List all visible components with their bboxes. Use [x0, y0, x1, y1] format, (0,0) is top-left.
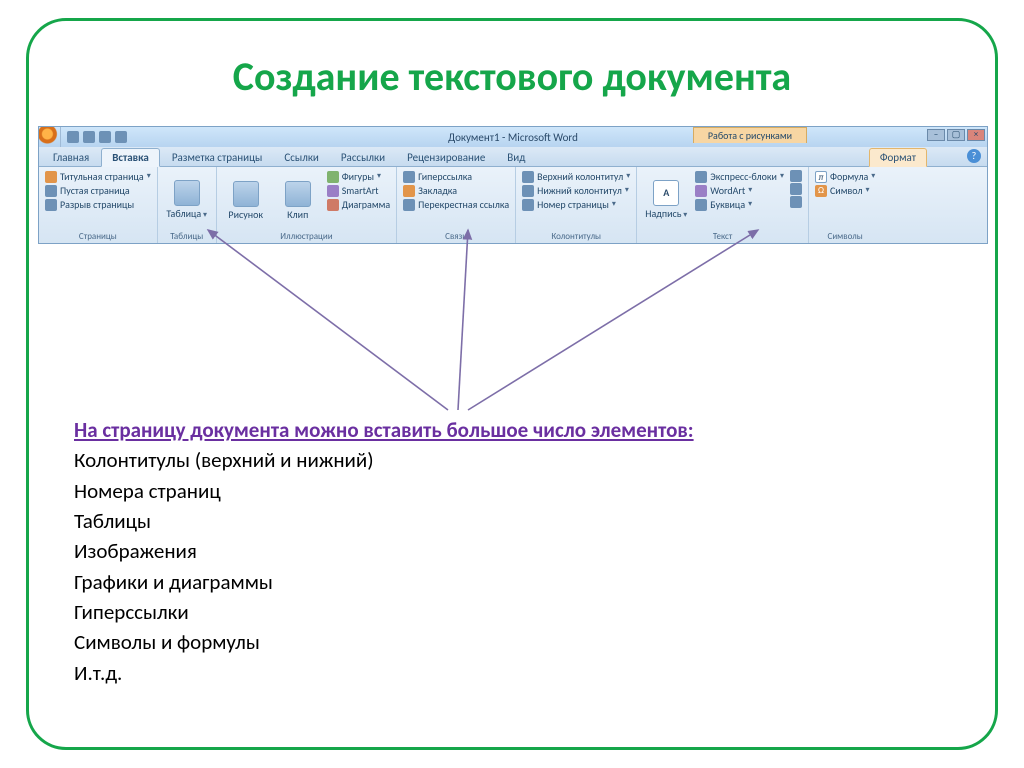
wordart-icon — [695, 185, 707, 197]
tab-insert[interactable]: Вставка — [101, 148, 160, 167]
list-item: Изображения — [74, 537, 950, 565]
page-break-icon — [45, 199, 57, 211]
clip-icon — [285, 181, 311, 207]
help-icon[interactable]: ? — [967, 149, 981, 163]
group-symbols-label: Символы — [815, 230, 875, 242]
group-pages: Титульная страница Пустая страница Разры… — [39, 167, 158, 243]
list-item: И.т.д. — [74, 659, 950, 687]
group-symbols: πФормула ΩСимвол Символы — [809, 167, 881, 243]
page-break-button[interactable]: Разрыв страницы — [45, 198, 151, 211]
equation-icon: π — [815, 171, 827, 183]
header-icon — [522, 171, 534, 183]
tab-home[interactable]: Главная — [43, 149, 99, 166]
picture-button[interactable]: Рисунок — [223, 170, 269, 230]
group-links: Гиперссылка Закладка Перекрестная ссылка… — [397, 167, 516, 243]
tab-references[interactable]: Ссылки — [274, 149, 329, 166]
ribbon-insert: Титульная страница Пустая страница Разры… — [39, 167, 987, 243]
close-button[interactable]: × — [967, 129, 985, 141]
list-item: Номера страниц — [74, 477, 950, 505]
office-button[interactable] — [39, 127, 61, 147]
table-button[interactable]: Таблица — [164, 170, 210, 230]
document-title: Документ1 - Microsoft Word — [448, 131, 578, 144]
signature-button[interactable] — [790, 170, 802, 182]
group-headerfooter: Верхний колонтитул Нижний колонтитул Ном… — [516, 167, 637, 243]
object-button[interactable] — [790, 196, 802, 208]
lead-sentence: На страницу документа можно вставить бол… — [74, 416, 950, 444]
symbol-button[interactable]: ΩСимвол — [815, 184, 875, 197]
tab-review[interactable]: Рецензирование — [397, 149, 495, 166]
word-ribbon-screenshot: Документ1 - Microsoft Word Работа с рису… — [38, 126, 988, 244]
object-icon — [790, 196, 802, 208]
footer-button[interactable]: Нижний колонтитул — [522, 184, 630, 197]
equation-button[interactable]: πФормула — [815, 170, 875, 183]
maximize-button[interactable]: ▢ — [947, 129, 965, 141]
header-button[interactable]: Верхний колонтитул — [522, 170, 630, 183]
list-item: Колонтитулы (верхний и нижний) — [74, 446, 950, 474]
tab-mailings[interactable]: Рассылки — [331, 149, 395, 166]
smartart-icon — [327, 185, 339, 197]
group-pages-label: Страницы — [45, 230, 151, 242]
tab-layout[interactable]: Разметка страницы — [162, 149, 273, 166]
chart-button[interactable]: Диаграмма — [327, 198, 390, 211]
list-item: Таблицы — [74, 507, 950, 535]
crossref-button[interactable]: Перекрестная ссылка — [403, 198, 509, 211]
hyperlink-button[interactable]: Гиперссылка — [403, 170, 509, 183]
textbox-button[interactable]: A Надпись — [643, 170, 689, 230]
qat-undo-icon[interactable] — [83, 131, 95, 143]
chart-icon — [327, 199, 339, 211]
group-illustrations: Рисунок Клип Фигуры SmartArt Диаграмма И… — [217, 167, 397, 243]
tab-view[interactable]: Вид — [497, 149, 535, 166]
group-tables-label: Таблицы — [164, 230, 210, 242]
hyperlink-icon — [403, 171, 415, 183]
list-item: Гиперссылки — [74, 598, 950, 626]
minimize-button[interactable]: – — [927, 129, 945, 141]
symbol-icon: Ω — [815, 185, 827, 197]
crossref-icon — [403, 199, 415, 211]
wordart-button[interactable]: WordArt — [695, 184, 784, 197]
qat-print-icon[interactable] — [115, 131, 127, 143]
dropcap-icon — [695, 199, 707, 211]
bookmark-icon — [403, 185, 415, 197]
contextual-tab-group: Работа с рисунками — [693, 127, 807, 143]
group-illustrations-label: Иллюстрации — [223, 230, 390, 242]
list-item: Символы и формулы — [74, 628, 950, 656]
cover-page-icon — [45, 171, 57, 183]
pagenum-icon — [522, 199, 534, 211]
pagenum-button[interactable]: Номер страницы — [522, 198, 630, 211]
dropcap-button[interactable]: Буквица — [695, 198, 784, 211]
group-links-label: Связи — [403, 230, 509, 242]
picture-icon — [233, 181, 259, 207]
shapes-icon — [327, 171, 339, 183]
list-item: Графики и диаграммы — [74, 568, 950, 596]
shapes-button[interactable]: Фигуры — [327, 170, 390, 183]
slide-title: Создание текстового документа — [0, 52, 1024, 101]
blank-page-button[interactable]: Пустая страница — [45, 184, 151, 197]
signature-icon — [790, 170, 802, 182]
quickparts-icon — [695, 171, 707, 183]
cover-page-button[interactable]: Титульная страница — [45, 170, 151, 183]
clip-button[interactable]: Клип — [275, 170, 321, 230]
quick-access-toolbar[interactable] — [61, 131, 133, 143]
table-icon — [174, 180, 200, 206]
body-text: На страницу документа можно вставить бол… — [74, 416, 950, 689]
smartart-button[interactable]: SmartArt — [327, 184, 390, 197]
qat-redo-icon[interactable] — [99, 131, 111, 143]
textbox-icon: A — [653, 180, 679, 206]
footer-icon — [522, 185, 534, 197]
quickparts-button[interactable]: Экспресс-блоки — [695, 170, 784, 183]
datetime-icon — [790, 183, 802, 195]
group-text-label: Текст — [643, 230, 802, 242]
datetime-button[interactable] — [790, 183, 802, 195]
ribbon-tabs: Главная Вставка Разметка страницы Ссылки… — [39, 147, 987, 167]
blank-page-icon — [45, 185, 57, 197]
group-text: A Надпись Экспресс-блоки WordArt Буквица… — [637, 167, 809, 243]
titlebar: Документ1 - Microsoft Word Работа с рису… — [39, 127, 987, 147]
tab-format[interactable]: Формат — [869, 148, 927, 167]
bookmark-button[interactable]: Закладка — [403, 184, 509, 197]
group-tables: Таблица Таблицы — [158, 167, 217, 243]
group-headerfooter-label: Колонтитулы — [522, 230, 630, 242]
qat-save-icon[interactable] — [67, 131, 79, 143]
window-buttons: – ▢ × — [927, 129, 985, 141]
